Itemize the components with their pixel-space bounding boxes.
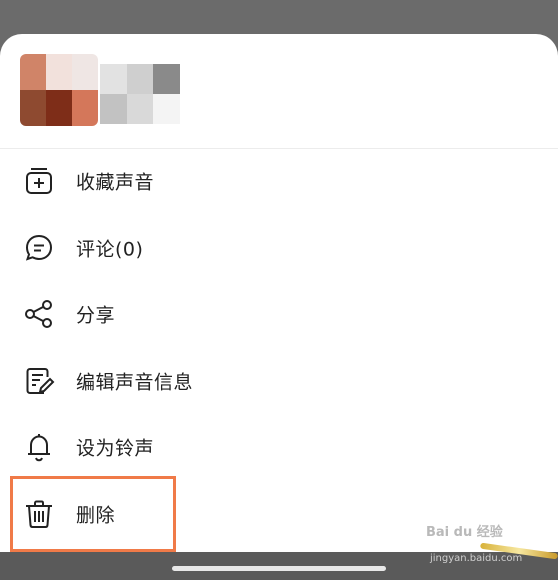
sheet-header — [0, 34, 558, 149]
blurred-title — [100, 64, 180, 124]
menu-label-edit-info: 编辑声音信息 — [76, 371, 194, 394]
trash-icon — [22, 497, 56, 531]
menu-item-favorite[interactable]: 收藏声音 — [0, 148, 558, 215]
add-favorite-icon — [22, 164, 56, 198]
bottom-sheet: 收藏声音 评论(0) 分享 编辑声音信息 设为铃声 删除 — [0, 34, 558, 568]
action-menu: 收藏声音 评论(0) 分享 编辑声音信息 设为铃声 删除 — [0, 148, 558, 547]
edit-info-icon — [22, 364, 56, 398]
menu-item-comment[interactable]: 评论(0) — [0, 215, 558, 282]
watermark-url: jingyan.baidu.com — [430, 553, 523, 564]
cover-thumbnail — [20, 54, 98, 126]
menu-label-favorite: 收藏声音 — [76, 171, 155, 194]
comment-icon — [22, 231, 56, 265]
share-icon — [22, 297, 56, 331]
menu-label-comment: 评论(0) — [76, 238, 144, 261]
watermark-brand: Bai du 经验 — [426, 525, 503, 540]
menu-label-delete: 删除 — [76, 504, 116, 527]
menu-label-ringtone: 设为铃声 — [76, 437, 155, 460]
menu-item-ringtone[interactable]: 设为铃声 — [0, 414, 558, 481]
bell-icon — [22, 430, 56, 464]
menu-label-share: 分享 — [76, 304, 116, 327]
menu-item-edit-info[interactable]: 编辑声音信息 — [0, 348, 558, 415]
menu-item-share[interactable]: 分享 — [0, 281, 558, 348]
home-indicator[interactable] — [172, 566, 386, 571]
